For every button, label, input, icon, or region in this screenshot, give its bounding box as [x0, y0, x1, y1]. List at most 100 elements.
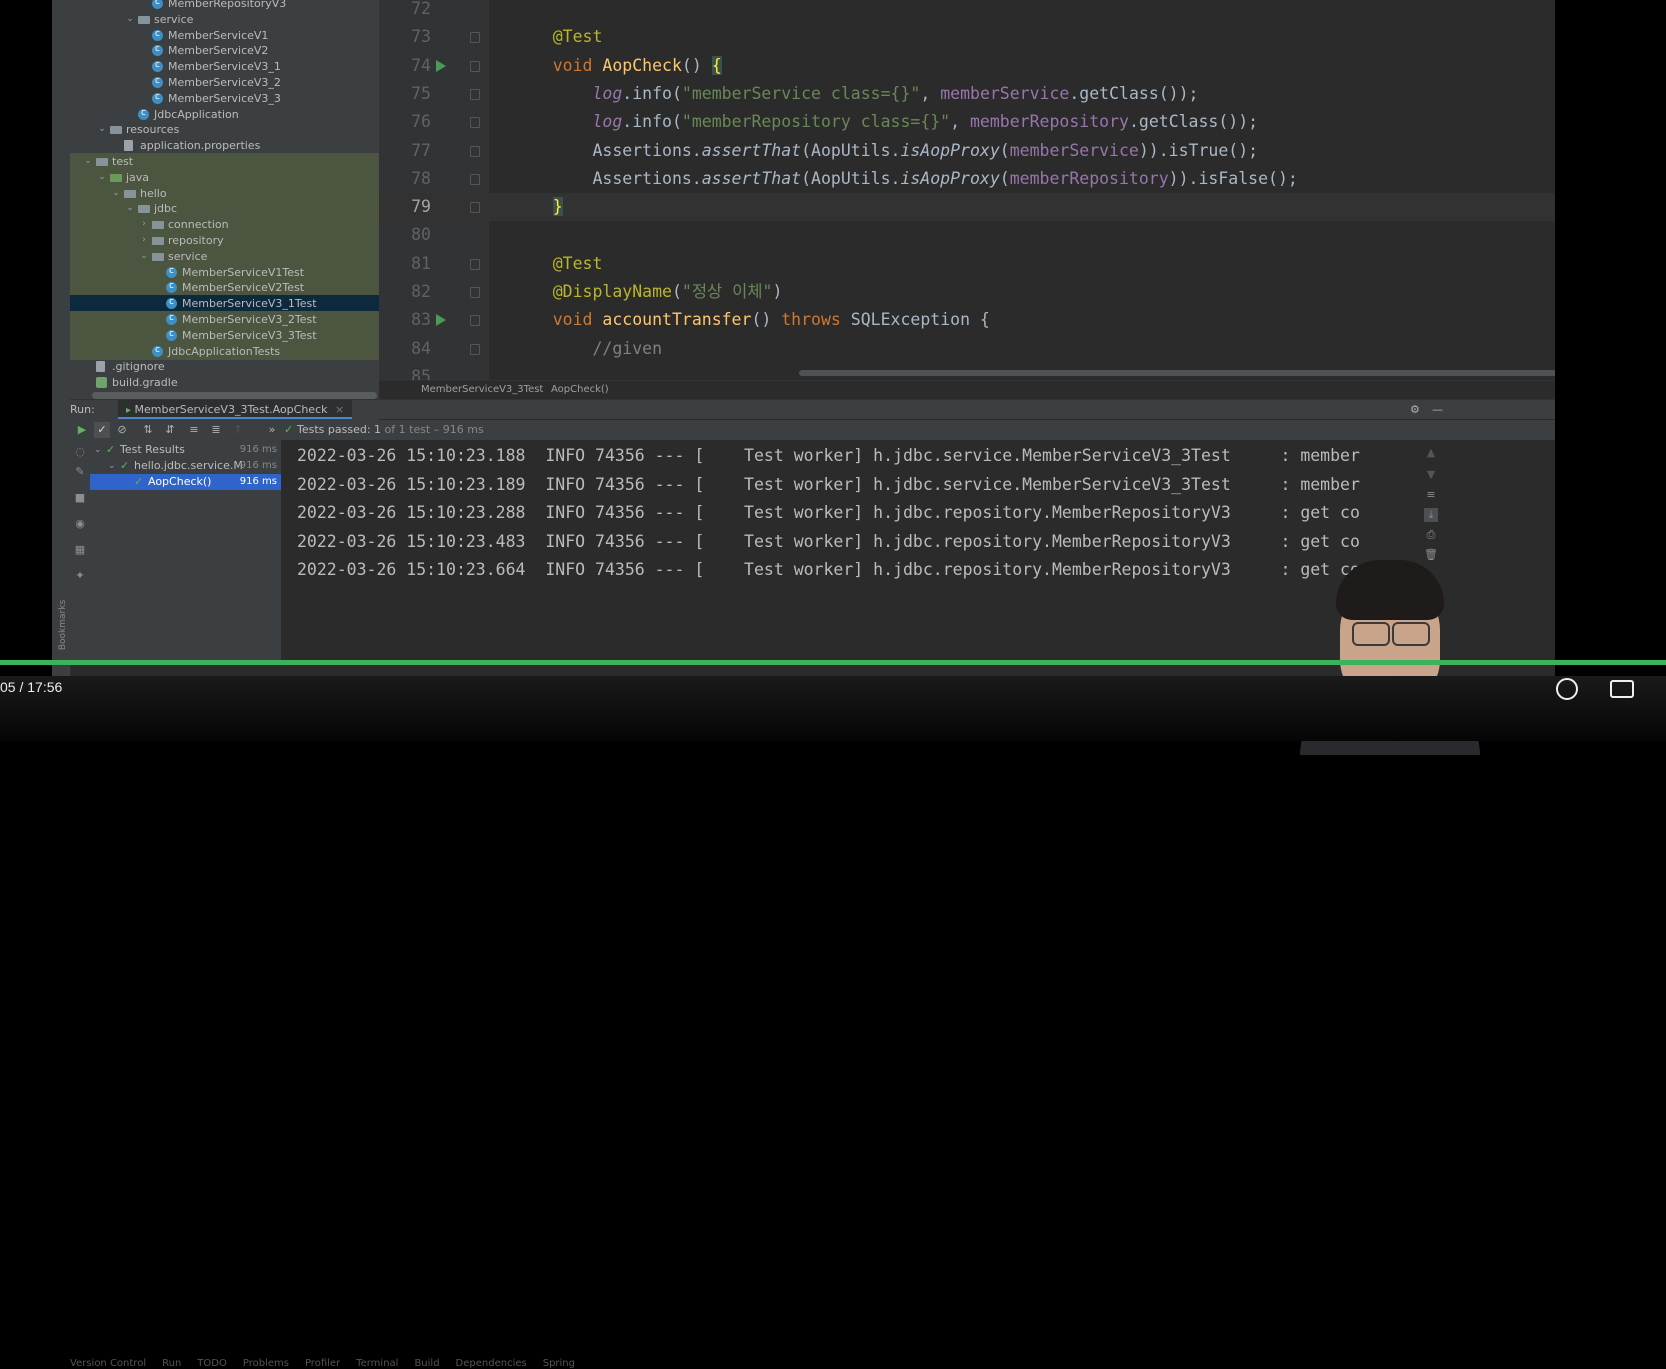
- chevron-down-icon[interactable]: ⌄: [124, 11, 136, 28]
- show-ignored-icon[interactable]: ⊘: [114, 422, 130, 438]
- soft-wrap-icon[interactable]: ≡: [1424, 488, 1438, 502]
- project-tree-item[interactable]: MemberServiceV3_1: [70, 57, 379, 75]
- chevron-down-icon[interactable]: ⌄: [124, 200, 136, 217]
- fold-marker-icon[interactable]: [470, 315, 480, 327]
- code-line[interactable]: 85: [379, 363, 1555, 380]
- collapse-all-icon[interactable]: ≣: [208, 422, 224, 438]
- test-result-item[interactable]: ⌄ ✓ Test Results 916 ms: [90, 442, 281, 458]
- print-icon[interactable]: ⎙: [1424, 528, 1438, 542]
- pin-icon[interactable]: ✦: [74, 570, 86, 582]
- project-tree-item[interactable]: MemberServiceV2Test: [70, 278, 379, 297]
- breadcrumb-class[interactable]: MemberServiceV3_3Test: [421, 381, 543, 399]
- project-tree-item[interactable]: .gitignore: [70, 358, 379, 375]
- scroll-down-icon[interactable]: ▼: [1424, 468, 1438, 482]
- run-tab[interactable]: ▸ MemberServiceV3_3Test.AopCheck ×: [118, 400, 353, 419]
- minimize-icon[interactable]: —: [1432, 400, 1443, 419]
- code-line[interactable]: 84 //given: [379, 335, 1555, 363]
- eye-icon[interactable]: ◉: [74, 518, 86, 530]
- fold-marker-icon[interactable]: [470, 258, 480, 270]
- rerun-icon[interactable]: ▶: [74, 422, 90, 438]
- status-bar-item[interactable]: Terminal: [356, 1358, 398, 1369]
- project-tree-item[interactable]: MemberServiceV1: [70, 26, 379, 44]
- project-tree-item[interactable]: MemberServiceV3_3: [70, 89, 379, 107]
- project-tree-scrollbar[interactable]: [92, 392, 377, 399]
- fold-marker-icon[interactable]: [470, 32, 480, 44]
- fold-marker-icon[interactable]: [470, 117, 480, 129]
- breadcrumb-method[interactable]: AopCheck(): [551, 381, 609, 399]
- project-tree-item[interactable]: ⌄ java: [70, 168, 379, 186]
- status-bar-item[interactable]: Spring: [543, 1358, 575, 1369]
- code-line[interactable]: 79 }: [379, 193, 1555, 222]
- code-line[interactable]: 76 log.info("memberRepository class={}",…: [379, 108, 1555, 136]
- project-tree-item[interactable]: application.properties: [70, 137, 379, 154]
- project-tree-item[interactable]: MemberServiceV1Test: [70, 263, 379, 281]
- expand-all-icon[interactable]: ≡: [186, 422, 202, 438]
- close-icon[interactable]: ×: [335, 403, 344, 416]
- project-tree-item[interactable]: MemberServiceV3_2Test: [70, 310, 379, 328]
- project-tree-item[interactable]: MemberServiceV3_3Test: [70, 326, 379, 344]
- project-tree-item[interactable]: MemberServiceV3_1Test: [70, 294, 379, 313]
- code-line[interactable]: 77 Assertions.assertThat(AopUtils.isAopP…: [379, 137, 1555, 165]
- project-tree-item[interactable]: ⌄ test: [70, 153, 379, 170]
- fold-marker-icon[interactable]: [470, 88, 480, 100]
- code-line[interactable]: 73 @Test: [379, 23, 1555, 51]
- status-bar-item[interactable]: Run: [162, 1358, 181, 1369]
- subtitles-icon[interactable]: [1610, 680, 1634, 698]
- project-tree-item[interactable]: › repository: [70, 232, 379, 249]
- run-gutter-icon[interactable]: [436, 314, 446, 327]
- code-line[interactable]: 75 log.info("memberService class={}", me…: [379, 80, 1555, 108]
- fold-marker-icon[interactable]: [470, 287, 480, 298]
- fold-marker-icon[interactable]: [470, 173, 480, 185]
- fold-marker-icon[interactable]: [470, 202, 480, 214]
- project-tree-item[interactable]: ⌄ hello: [70, 184, 379, 202]
- code-line[interactable]: 74 void AopCheck() {: [379, 52, 1555, 80]
- fold-marker-icon[interactable]: [470, 145, 480, 157]
- wrench-icon[interactable]: ✎: [74, 466, 86, 478]
- code-line[interactable]: 78 Assertions.assertThat(AopUtils.isAopP…: [379, 165, 1555, 193]
- project-tree-item[interactable]: JdbcApplicationTests: [70, 342, 379, 360]
- fold-marker-icon[interactable]: [470, 343, 480, 355]
- prev-failed-icon[interactable]: ↑: [230, 422, 246, 438]
- status-bar-item[interactable]: TODO: [197, 1358, 227, 1369]
- chevron-right-icon[interactable]: ›: [138, 232, 150, 249]
- video-progress-bar[interactable]: [0, 660, 1666, 665]
- sort-alpha-icon[interactable]: ⇅: [140, 422, 156, 438]
- scroll-to-end-icon[interactable]: ⤓: [1424, 508, 1438, 522]
- status-bar-item[interactable]: Version Control: [70, 1358, 146, 1369]
- code-line[interactable]: 72: [379, 0, 1555, 23]
- chevron-down-icon[interactable]: ⌄: [94, 442, 102, 458]
- show-passed-icon[interactable]: ✓: [94, 422, 110, 438]
- test-result-item[interactable]: ⌄ ✓ hello.jdbc.service.Me 916 ms: [90, 458, 281, 474]
- status-bar-item[interactable]: Dependencies: [456, 1358, 527, 1369]
- chevron-down-icon[interactable]: ⌄: [110, 185, 122, 202]
- more-icon[interactable]: »: [264, 422, 280, 438]
- test-result-item[interactable]: ✓ AopCheck() 916 ms: [90, 474, 281, 490]
- run-gutter-icon[interactable]: [436, 59, 446, 72]
- gear-icon[interactable]: ⚙: [1410, 400, 1420, 419]
- project-tree-item[interactable]: ⌄ service: [70, 247, 379, 265]
- chevron-down-icon[interactable]: ⌄: [138, 248, 150, 265]
- code-editor[interactable]: 72 73 @Test 74 void AopCheck() {75 log.inf…: [379, 0, 1555, 380]
- project-tree-item[interactable]: ⌄ jdbc: [70, 200, 379, 218]
- playback-speed-icon[interactable]: [1556, 678, 1578, 700]
- project-tree-item[interactable]: MemberServiceV2: [70, 41, 379, 59]
- chevron-right-icon[interactable]: ›: [138, 216, 150, 233]
- console-output[interactable]: 2022-03-26 15:10:23.188 INFO 74356 --- […: [281, 440, 1417, 665]
- project-tree-item[interactable]: › connection: [70, 216, 379, 234]
- scroll-up-icon[interactable]: ▲: [1424, 446, 1438, 460]
- bookmarks-tab[interactable]: Bookmarks: [52, 600, 70, 660]
- chevron-down-icon[interactable]: ⌄: [108, 458, 116, 474]
- code-line[interactable]: 81 @Test: [379, 250, 1555, 278]
- project-tree-item[interactable]: JdbcApplication: [70, 105, 379, 123]
- code-line[interactable]: 82 @DisplayName("정상 이체"): [379, 278, 1555, 306]
- layout-icon[interactable]: ▦: [74, 544, 86, 556]
- fold-marker-icon[interactable]: [470, 60, 480, 72]
- debug-icon[interactable]: ◌: [74, 446, 86, 458]
- project-tree-item[interactable]: ⌄ service: [70, 11, 379, 28]
- status-bar-item[interactable]: Profiler: [305, 1358, 340, 1369]
- chevron-down-icon[interactable]: ⌄: [96, 121, 108, 138]
- status-bar-item[interactable]: Build: [414, 1358, 439, 1369]
- sort-duration-icon[interactable]: ⇵: [162, 422, 178, 438]
- project-tree-item[interactable]: build.gradle: [70, 374, 379, 391]
- project-tree-item[interactable]: ⌄ resources: [70, 121, 379, 138]
